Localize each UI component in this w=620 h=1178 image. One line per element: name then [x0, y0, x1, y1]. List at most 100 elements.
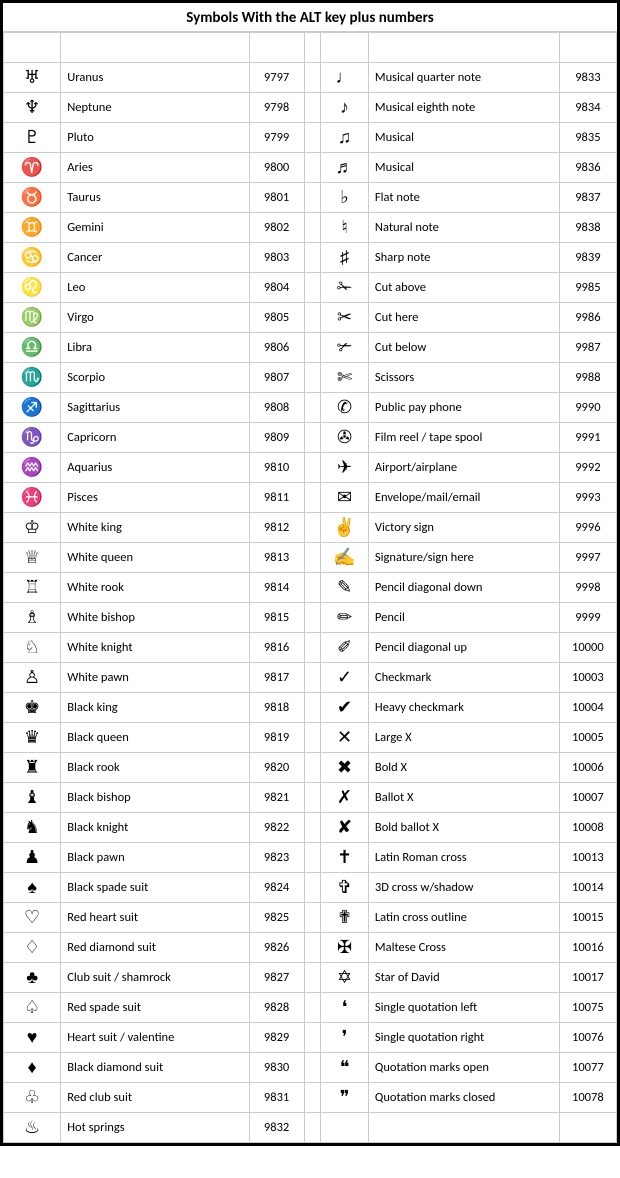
symbol-code-left: 9810: [249, 453, 304, 483]
symbol-code-right: 9986: [559, 303, 616, 333]
symbol-glyph-right: ♩: [321, 63, 369, 93]
symbol-code-left: 9808: [249, 393, 304, 423]
symbol-code-right: 9837: [559, 183, 616, 213]
symbol-glyph-left: ♚: [4, 693, 61, 723]
symbol-glyph-left: ♒: [4, 453, 61, 483]
symbol-name-right: Natural note: [368, 213, 559, 243]
symbol-glyph-left: ♟: [4, 843, 61, 873]
gap-cell: [304, 453, 321, 483]
symbol-code-right: 10000: [559, 633, 616, 663]
symbol-glyph-right: ✇: [321, 423, 369, 453]
symbol-name-left: Black queen: [61, 723, 249, 753]
symbol-glyph-left: ♆: [4, 93, 61, 123]
symbol-glyph-right: ✠: [321, 933, 369, 963]
symbol-name-right: Quotation marks closed: [368, 1083, 559, 1113]
symbol-glyph-right: ✃: [321, 333, 369, 363]
symbol-glyph-left: ♎: [4, 333, 61, 363]
table-row: ♢Red diamond suit9826✠Maltese Cross10016: [4, 933, 617, 963]
symbol-glyph-right: ♭: [321, 183, 369, 213]
table-row: ♌Leo9804✁Cut above9985: [4, 273, 617, 303]
symbol-code-left: 9821: [249, 783, 304, 813]
symbol-glyph-right: ✞: [321, 873, 369, 903]
symbol-glyph-left: ♈: [4, 153, 61, 183]
symbol-glyph-right: ✟: [321, 903, 369, 933]
symbol-code-right: 9998: [559, 573, 616, 603]
gap-cell: [304, 903, 321, 933]
symbol-name-right: Cut below: [368, 333, 559, 363]
symbol-code-right: 9839: [559, 243, 616, 273]
table-row: ♈Aries9800♬Musical9836: [4, 153, 617, 183]
symbol-glyph-right: ✄: [321, 363, 369, 393]
symbol-code-right: 10008: [559, 813, 616, 843]
symbol-code-left: 9799: [249, 123, 304, 153]
symbol-glyph-left: ♠: [4, 873, 61, 903]
symbol-code-left: 9812: [249, 513, 304, 543]
symbol-name-right: Musical: [368, 153, 559, 183]
table-row: ♆Neptune9798♪Musical eighth note9834: [4, 93, 617, 123]
symbol-glyph-right: ✔: [321, 693, 369, 723]
symbol-name-left: Black king: [61, 693, 249, 723]
symbol-glyph-left: ♥: [4, 1023, 61, 1053]
symbol-name-left: White pawn: [61, 663, 249, 693]
symbol-glyph-right: ✖: [321, 753, 369, 783]
symbol-code-right: 9988: [559, 363, 616, 393]
symbol-glyph-left: ♌: [4, 273, 61, 303]
table-row: ♦Black diamond suit9830❝Quotation marks …: [4, 1053, 617, 1083]
symbol-code-left: 9818: [249, 693, 304, 723]
symbol-code-right: 9834: [559, 93, 616, 123]
symbol-name-left: Red diamond suit: [61, 933, 249, 963]
table-row: ♏Scorpio9807✄Scissors9988: [4, 363, 617, 393]
gap-cell: [304, 693, 321, 723]
table-title: Symbols With the ALT key plus numbers: [3, 3, 617, 32]
symbol-glyph-right: ❜: [321, 1023, 369, 1053]
symbol-code-right: 10005: [559, 723, 616, 753]
gap-cell: [304, 483, 321, 513]
symbol-name-right: 3D cross w/shadow: [368, 873, 559, 903]
gap-cell: [304, 393, 321, 423]
symbol-name-left: Virgo: [61, 303, 249, 333]
symbol-code-right: 10007: [559, 783, 616, 813]
table-row: ♇Pluto9799♫Musical9835: [4, 123, 617, 153]
symbol-glyph-right: [321, 1113, 369, 1143]
symbol-name-right: [368, 1113, 559, 1143]
symbol-glyph-left: ♝: [4, 783, 61, 813]
symbol-name-left: Red heart suit: [61, 903, 249, 933]
gap-cell: [304, 963, 321, 993]
table-row: ♝Black bishop9821✗Ballot X10007: [4, 783, 617, 813]
symbol-name-right: Heavy checkmark: [368, 693, 559, 723]
gap-cell: [304, 423, 321, 453]
symbol-name-left: Aquarius: [61, 453, 249, 483]
symbol-code-right: 10016: [559, 933, 616, 963]
symbol-glyph-right: ✁: [321, 273, 369, 303]
symbol-glyph-left: ♤: [4, 993, 61, 1023]
symbol-name-right: Checkmark: [368, 663, 559, 693]
symbols-table: ♅Uranus9797♩Musical quarter note9833♆Nep…: [3, 32, 617, 1143]
symbol-glyph-left: ♋: [4, 243, 61, 273]
symbol-code-left: 9816: [249, 633, 304, 663]
symbol-code-right: 9996: [559, 513, 616, 543]
symbol-name-right: Maltese Cross: [368, 933, 559, 963]
symbol-code-right: 10014: [559, 873, 616, 903]
symbol-code-left: 9828: [249, 993, 304, 1023]
symbol-name-left: Black spade suit: [61, 873, 249, 903]
symbol-glyph-left: ♕: [4, 543, 61, 573]
symbol-name-right: Airport/airplane: [368, 453, 559, 483]
symbol-name-left: Black knight: [61, 813, 249, 843]
symbol-glyph-right: ✎: [321, 573, 369, 603]
symbol-glyph-left: ♇: [4, 123, 61, 153]
symbol-glyph-left: ♅: [4, 63, 61, 93]
symbol-glyph-left: ♧: [4, 1083, 61, 1113]
symbol-code-left: 9798: [249, 93, 304, 123]
gap-cell: [304, 633, 321, 663]
symbol-name-left: Neptune: [61, 93, 249, 123]
symbol-code-right: 10013: [559, 843, 616, 873]
symbol-name-right: Musical quarter note: [368, 63, 559, 93]
table-row: ♉Taurus9801♭Flat note9837: [4, 183, 617, 213]
symbol-code-right: 10003: [559, 663, 616, 693]
symbol-code-right: 10078: [559, 1083, 616, 1113]
symbol-code-left: 9806: [249, 333, 304, 363]
table-row: ♒Aquarius9810✈Airport/airplane9992: [4, 453, 617, 483]
table-row: ♍Virgo9805✂Cut here9986: [4, 303, 617, 333]
symbol-name-right: Pencil: [368, 603, 559, 633]
symbol-name-left: Aries: [61, 153, 249, 183]
